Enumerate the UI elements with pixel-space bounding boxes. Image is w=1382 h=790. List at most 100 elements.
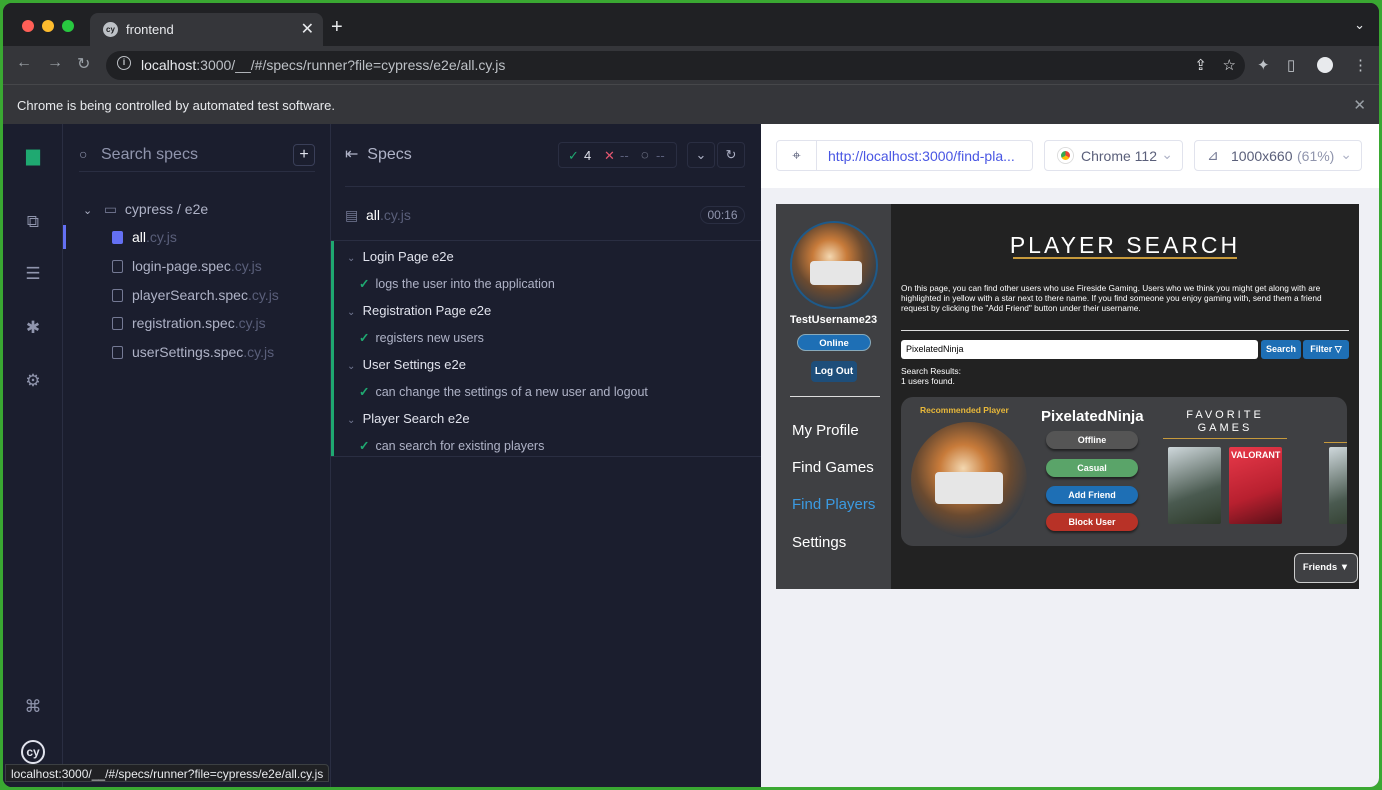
chevron-down-icon: ⌄ [1340, 146, 1352, 162]
forward-icon[interactable]: → [47, 54, 63, 72]
sidebar-divider [790, 396, 880, 397]
failed-count: -- [620, 148, 629, 163]
player-search-input[interactable]: PixelatedNinja [901, 340, 1258, 359]
nav-find-players[interactable]: Find Players [792, 496, 875, 513]
specs-nav-icon[interactable]: ⧉ [21, 210, 45, 234]
close-window-button[interactable] [22, 20, 34, 32]
search-results-info: Search Results: 1 users found. [901, 366, 961, 386]
test-row[interactable]: ✓ can change the settings of a new user a… [359, 384, 648, 399]
profile-avatar-icon[interactable] [1317, 57, 1333, 73]
spec-file-ext: .cy.js [234, 315, 266, 331]
viewport-size: 1000x660 [1231, 148, 1293, 164]
test-title: logs the user into the application [375, 277, 555, 291]
spec-file-name: registration.spec [132, 315, 235, 331]
cypress-favicon-icon: cy [103, 22, 118, 37]
status-bar-url: localhost:3000/__/#/specs/runner?file=cy… [5, 764, 330, 782]
results-label: Search Results: [901, 366, 961, 376]
suite-row[interactable]: ⌄ Login Page e2e [347, 249, 454, 264]
browser-selector[interactable]: Chrome 112 ⌄ [1044, 140, 1183, 171]
close-infobar-icon[interactable]: ✕ [1353, 96, 1366, 114]
friends-button[interactable]: Friends ▼ [1294, 553, 1358, 583]
title-underline [1013, 257, 1237, 259]
suite-title: Player Search e2e [362, 411, 470, 426]
search-specs[interactable]: ○ Search specs + [79, 144, 315, 172]
tab-search-chevron-icon[interactable]: ⌄ [1354, 17, 1365, 33]
filter-button[interactable]: Filter ▽ [1303, 340, 1349, 359]
new-spec-button[interactable]: + [293, 144, 315, 166]
menu-kebab-icon[interactable]: ⋮ [1353, 56, 1368, 74]
runs-nav-icon[interactable]: ☰ [21, 262, 45, 286]
test-title: registers new users [375, 331, 484, 345]
address-bar[interactable]: i localhost:3000/__/#/specs/runner?file=… [106, 51, 1245, 80]
suite-row[interactable]: ⌄ Registration Page e2e [347, 303, 491, 318]
settings-gear-icon[interactable]: ⚙ [21, 369, 45, 393]
bookmark-star-icon[interactable]: ☆ [1223, 56, 1236, 74]
back-icon[interactable]: ← [16, 54, 32, 72]
minimize-window-button[interactable] [42, 20, 54, 32]
player-mode-badge: Casual [1046, 459, 1138, 477]
close-tab-icon[interactable]: ✕ [301, 19, 314, 39]
nav-settings[interactable]: Settings [792, 534, 846, 551]
divider [345, 186, 745, 187]
results-count: 1 users found. [901, 376, 955, 386]
check-icon: ✓ [359, 439, 370, 453]
ruler-icon: ⊿ [1207, 147, 1219, 163]
share-icon[interactable]: ⇪ [1194, 56, 1207, 74]
search-button[interactable]: Search [1261, 340, 1301, 359]
aut-url-box[interactable]: ⌖ http://localhost:3000/find-pla... [776, 140, 1033, 171]
pending-spinner-icon: ◌ [641, 147, 649, 162]
suite-row[interactable]: ⌄ Player Search e2e [347, 411, 470, 426]
spec-file-name: login-page.spec [132, 258, 231, 274]
side-panel-icon[interactable]: ▯ [1287, 56, 1295, 74]
keyboard-shortcuts-icon[interactable]: ⌘ [21, 695, 45, 719]
test-stats: ✓ 4 ✕ -- ◌ -- [558, 142, 677, 168]
cypress-cy-icon[interactable]: cy [21, 740, 45, 764]
spec-file-ext: .cy.js [243, 344, 275, 360]
rerun-button[interactable]: ↻ [717, 142, 745, 168]
spec-file-item[interactable]: login-page.spec.cy.js [112, 258, 262, 274]
reporter-header[interactable]: ⇤ Specs [345, 144, 412, 164]
passed-check-icon: ✓ [568, 148, 579, 163]
test-results: ⌄ Login Page e2e ✓ logs the user into the… [331, 240, 761, 457]
site-info-icon[interactable]: i [117, 56, 131, 70]
file-icon [112, 346, 123, 359]
suite-title: User Settings e2e [362, 357, 466, 372]
online-status-button[interactable]: Online [797, 334, 871, 351]
app-under-test-panel: ⌖ http://localhost:3000/find-pla... Chro… [761, 124, 1379, 787]
debug-bug-icon[interactable]: ✱ [21, 316, 45, 340]
game-cover-ark [1168, 447, 1221, 524]
nav-my-profile[interactable]: My Profile [792, 422, 859, 439]
chevron-down-icon: ⌄ [83, 205, 93, 217]
add-friend-button[interactable]: Add Friend [1046, 486, 1138, 504]
new-tab-icon[interactable]: + [331, 16, 343, 39]
reload-icon[interactable]: ↻ [77, 54, 90, 74]
spec-file-item[interactable]: all.cy.js [112, 229, 177, 245]
file-icon [112, 231, 123, 244]
nav-find-games[interactable]: Find Games [792, 459, 874, 476]
cypress-logo-icon[interactable]: ▆ [21, 143, 45, 167]
recommended-label: Recommended Player [920, 405, 1009, 415]
logout-button[interactable]: Log Out [811, 361, 857, 382]
spec-file-item[interactable]: registration.spec.cy.js [112, 315, 266, 331]
folder-row[interactable]: ⌄ ▭ cypress / e2e [83, 201, 208, 218]
spec-file-item[interactable]: playerSearch.spec.cy.js [112, 287, 279, 303]
player-card: Recommended Player PixelatedNinja Offlin… [901, 397, 1347, 546]
suite-row[interactable]: ⌄ User Settings e2e [347, 357, 466, 372]
browser-name: Chrome 112 [1081, 148, 1158, 164]
tab-frontend[interactable]: cy frontend ✕ [90, 13, 323, 46]
extensions-icon[interactable]: ✦ [1257, 56, 1270, 74]
viewport-info[interactable]: ⊿ 1000x660 (61%) ⌄ [1194, 140, 1362, 171]
spec-file-item[interactable]: userSettings.spec.cy.js [112, 344, 274, 360]
check-icon: ✓ [359, 385, 370, 399]
suite-title: Registration Page e2e [362, 303, 492, 318]
expand-collapse-button[interactable]: ⌄ [687, 142, 715, 168]
zoom-window-button[interactable] [62, 20, 74, 32]
test-row[interactable]: ✓ can search for existing players [359, 438, 544, 453]
block-user-button[interactable]: Block User [1046, 513, 1138, 531]
test-row[interactable]: ✓ logs the user into the application [359, 276, 555, 291]
tab-bar: cy frontend ✕ + ⌄ [3, 3, 1379, 46]
app-iframe: TestUsername23 Online Log Out My Profile… [776, 204, 1359, 589]
spec-duration: 00:16 [700, 206, 745, 224]
selector-playground-target-icon[interactable]: ⌖ [777, 141, 817, 170]
test-row[interactable]: ✓ registers new users [359, 330, 484, 345]
